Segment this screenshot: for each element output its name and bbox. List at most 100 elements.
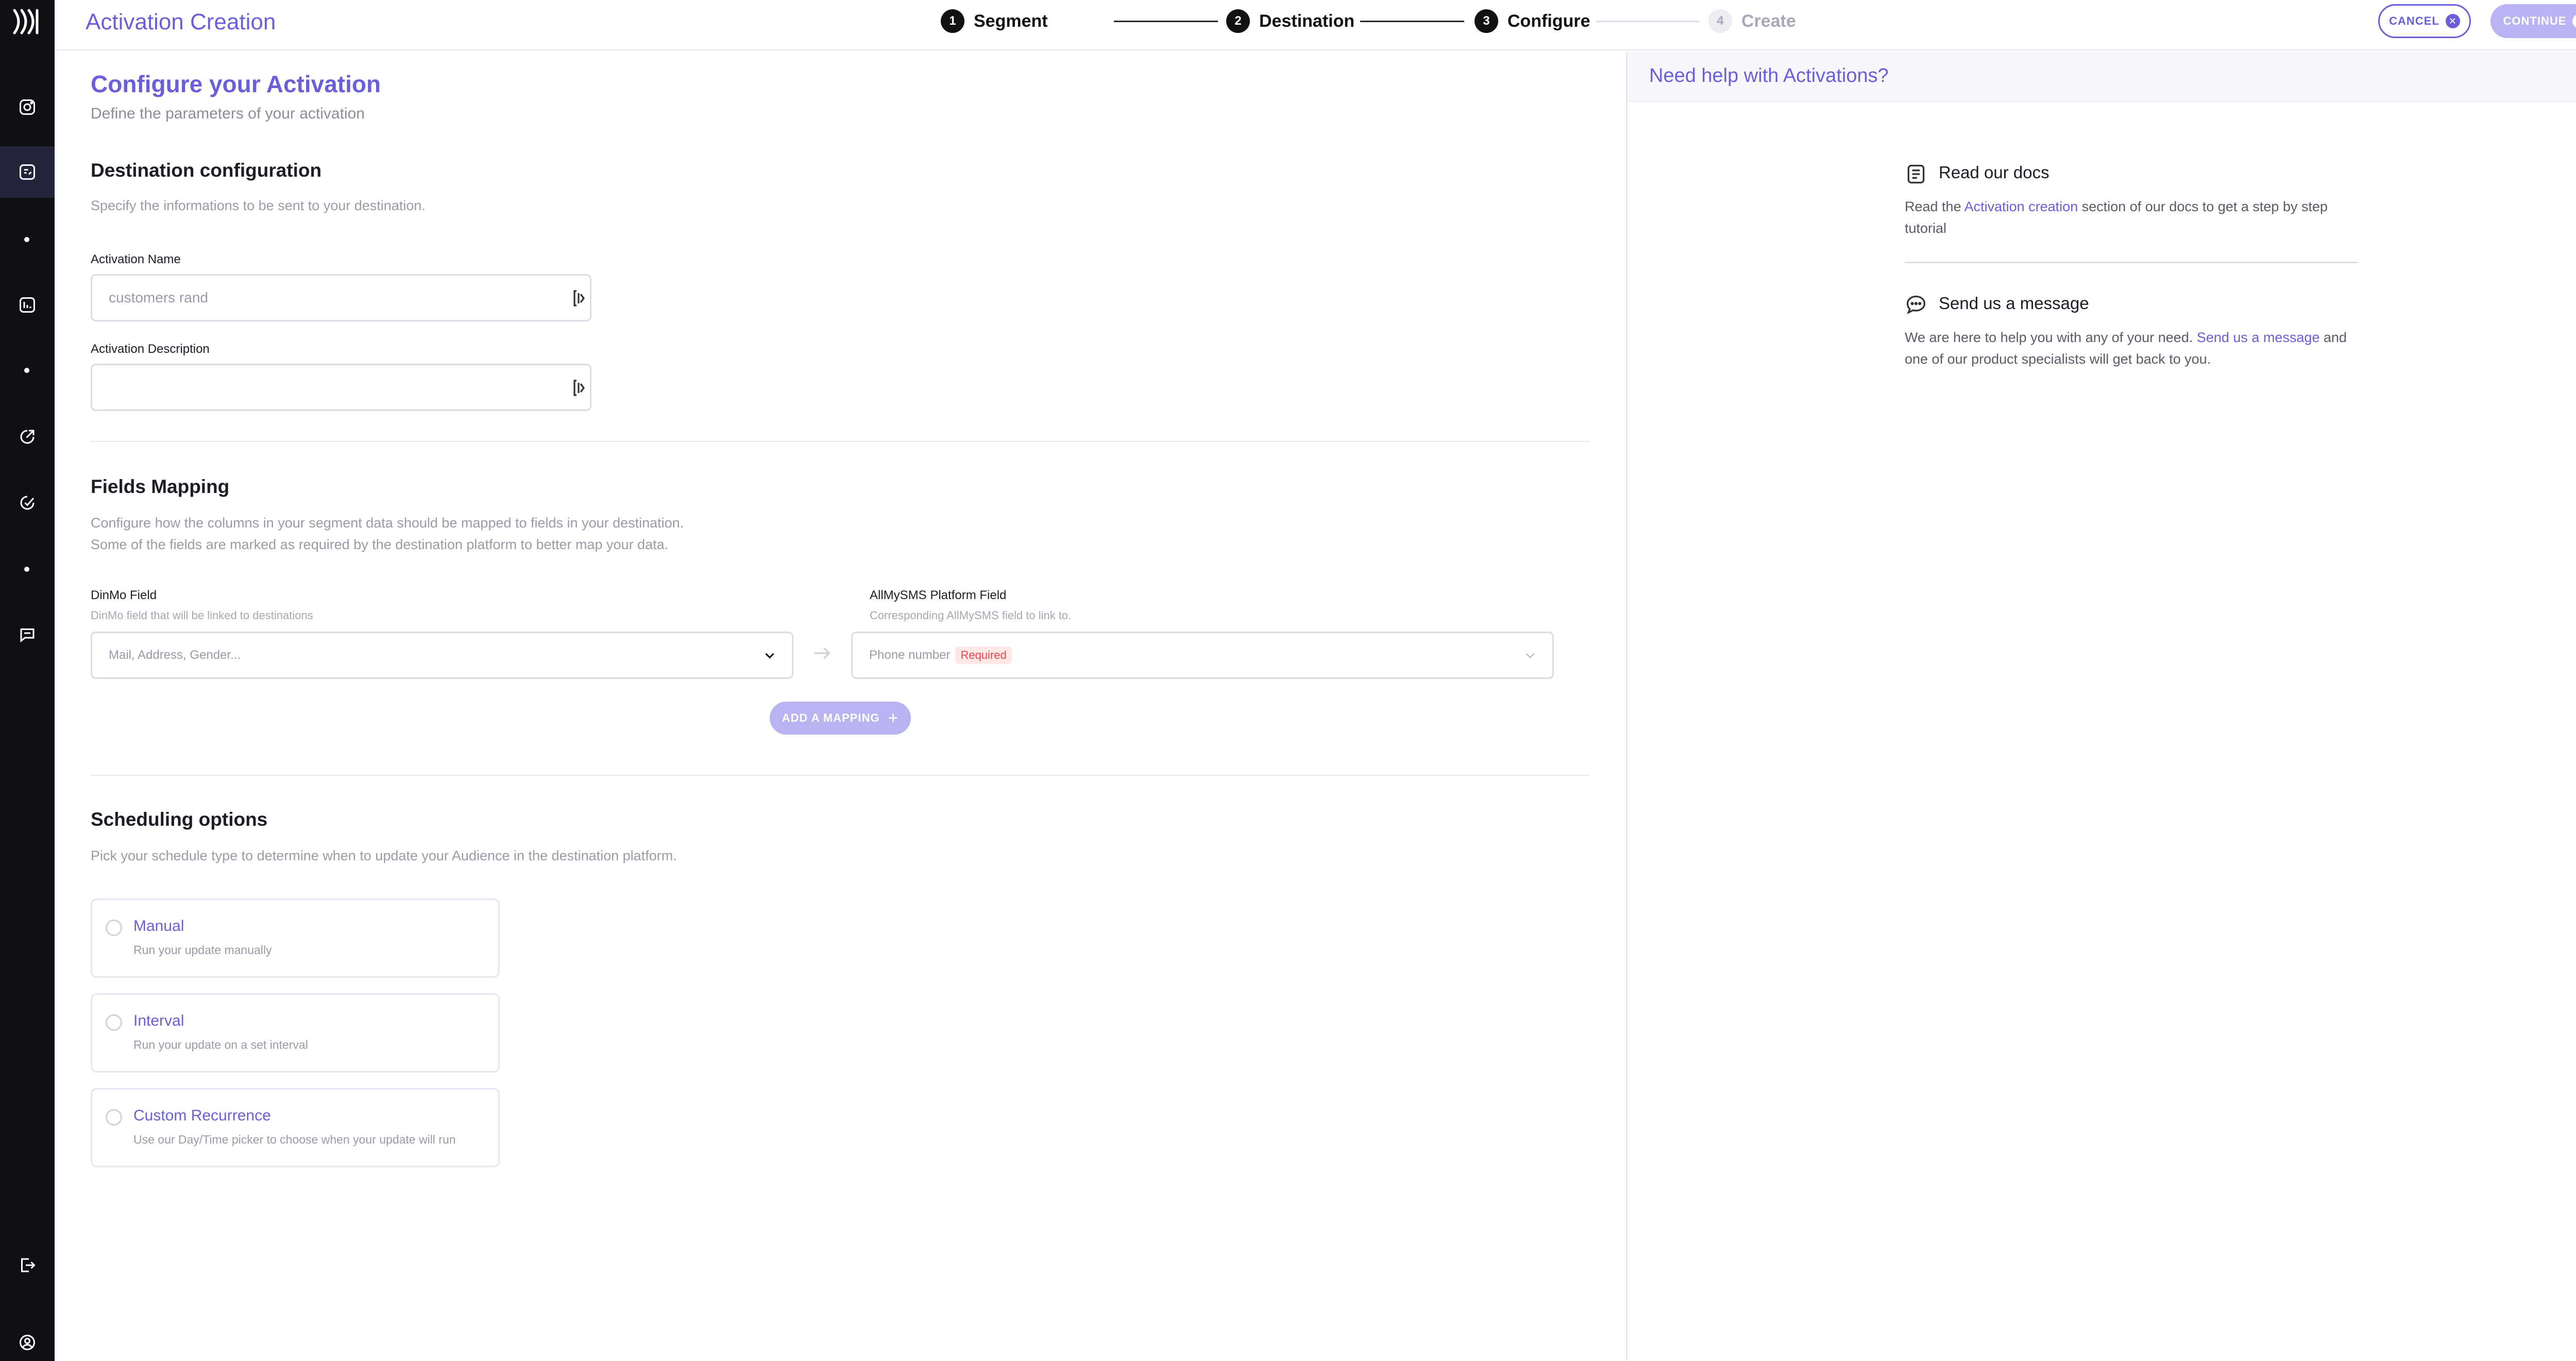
step-label: Configure [1507, 11, 1590, 31]
step-create[interactable]: 4 Create [1708, 8, 1796, 34]
sidebar-rail [0, 0, 55, 1361]
schedule-option-title: Interval [133, 1012, 184, 1029]
schedule-option-manual[interactable]: Manual Run your update manually [91, 898, 500, 978]
step-destination[interactable]: 2 Destination [1226, 8, 1354, 34]
step-label: Create [1741, 11, 1796, 31]
help-message-text: We are here to help you with any of your… [1905, 327, 2358, 370]
page-subtitle: Define the parameters of your activation [91, 105, 365, 122]
activation-name-input[interactable]: customers rand [91, 274, 591, 321]
step-number: 2 [1226, 9, 1250, 33]
activation-creation-link[interactable]: Activation creation [1964, 199, 2078, 214]
message-bubble-icon [1906, 295, 1926, 314]
help-docs-pre: Read the [1905, 199, 1964, 214]
arrow-right-icon [815, 647, 831, 659]
activation-description-input[interactable] [91, 364, 591, 411]
step-label: Destination [1259, 11, 1355, 31]
schedule-option-custom-recurrence[interactable]: Custom Recurrence Use our Day/Time picke… [91, 1088, 500, 1167]
schedule-option-desc: Run your update manually [133, 943, 272, 957]
step-configure[interactable]: 3 Configure [1475, 8, 1590, 34]
radio-button[interactable] [106, 920, 122, 936]
help-message-pre: We are here to help you with any of your… [1905, 330, 2197, 345]
step-number: 3 [1475, 9, 1498, 33]
add-mapping-button[interactable]: ADD A MAPPING + [770, 702, 911, 735]
dinmo-field-select[interactable]: Mail, Address, Gender... [91, 632, 793, 679]
allmysms-field-label: AllMySMS Platform Field [870, 588, 1007, 602]
schedule-option-title: Custom Recurrence [133, 1107, 271, 1124]
section-divider [91, 441, 1590, 442]
logout-icon [21, 1258, 36, 1272]
help-panel: Need help with Activations? Read our doc… [1626, 52, 2576, 1361]
sidebar-item-support[interactable] [0, 609, 55, 660]
sidebar-item-segments[interactable] [0, 279, 55, 331]
sidebar-dot [24, 567, 29, 572]
help-docs-text: Read the Activation creation section of … [1905, 196, 2358, 239]
destination-config-title: Destination configuration [91, 160, 322, 181]
step-connector [1114, 21, 1218, 22]
help-docs-heading: Read our docs [1939, 163, 2049, 182]
dinmo-logo-icon[interactable] [11, 7, 42, 36]
sidebar-item-monitoring[interactable] [0, 477, 55, 529]
chevron-down-icon [1526, 653, 1535, 658]
page-title: Configure your Activation [91, 71, 381, 97]
add-mapping-label: ADD A MAPPING [782, 711, 880, 724]
continue-label: CONTINUE [2503, 14, 2567, 27]
sidebar-item-destinations[interactable] [0, 411, 55, 463]
help-header: Need help with Activations? [1628, 52, 2576, 102]
schedule-option-title: Manual [133, 917, 184, 934]
activation-name-value: customers rand [109, 290, 208, 305]
fields-mapping-title: Fields Mapping [91, 476, 230, 497]
activation-description-label: Activation Description [91, 342, 210, 356]
variable-icon[interactable] [572, 289, 585, 308]
continue-button[interactable]: CONTINUE ➜ [2490, 4, 2576, 38]
sidebar-item-activations[interactable] [0, 146, 55, 198]
profile-button[interactable] [0, 1317, 55, 1361]
step-label: Segment [974, 11, 1048, 31]
radio-button[interactable] [106, 1109, 122, 1126]
scheduling-title: Scheduling options [91, 809, 268, 830]
document-icon [1907, 164, 1925, 184]
user-circle-icon [20, 1335, 35, 1350]
external-link-icon [20, 430, 35, 444]
help-title: Need help with Activations? [1649, 65, 1889, 87]
allmysms-field-hint: Corresponding AllMySMS field to link to. [870, 609, 1072, 622]
close-icon: ✕ [2445, 14, 2460, 28]
destination-config-desc: Specify the informations to be sent to y… [91, 198, 426, 213]
schedule-option-desc: Use our Day/Time picker to choose when y… [133, 1133, 456, 1146]
fields-mapping-desc-2: Some of the fields are marked as require… [91, 537, 669, 552]
camera-icon [20, 99, 35, 115]
help-divider [1905, 262, 2358, 263]
app-title: Activation Creation [86, 9, 276, 35]
plus-icon: + [888, 708, 899, 728]
activation-icon [20, 164, 35, 180]
dinmo-field-label: DinMo Field [91, 588, 157, 602]
arrow-right-icon: ➜ [2572, 14, 2576, 28]
variable-icon[interactable] [572, 379, 585, 397]
allmysms-field-value: Phone number [869, 648, 951, 662]
sidebar-item-sources[interactable] [0, 81, 55, 133]
required-badge: Required [955, 647, 1012, 664]
radio-button[interactable] [106, 1014, 122, 1031]
sidebar-dot [24, 368, 29, 373]
logout-button[interactable] [0, 1239, 55, 1291]
step-connector [1360, 21, 1464, 22]
configure-panel: Configure your Activation Define the par… [55, 52, 1626, 1361]
step-connector [1596, 21, 1699, 22]
cancel-button[interactable]: CANCEL ✕ [2378, 4, 2471, 38]
fields-mapping-desc-1: Configure how the columns in your segmen… [91, 515, 684, 531]
chat-icon [20, 628, 35, 643]
top-header: Activation Creation 1 Segment 2 Destinat… [55, 0, 2576, 50]
sidebar-dot [24, 237, 29, 242]
help-message-heading: Send us a message [1939, 294, 2089, 313]
step-number: 1 [941, 9, 964, 33]
schedule-option-interval[interactable]: Interval Run your update on a set interv… [91, 993, 500, 1073]
allmysms-field-select[interactable]: Phone number Required [851, 632, 1554, 679]
check-circle-icon [20, 496, 35, 510]
activation-name-label: Activation Name [91, 252, 181, 266]
dinmo-field-placeholder: Mail, Address, Gender... [109, 648, 241, 662]
send-message-link[interactable]: Send us a message [2197, 330, 2320, 345]
scheduling-desc: Pick your schedule type to determine whe… [91, 848, 677, 863]
section-divider [91, 775, 1590, 776]
step-segment[interactable]: 1 Segment [941, 8, 1048, 34]
cancel-label: CANCEL [2389, 14, 2439, 27]
chart-box-icon [20, 297, 35, 313]
